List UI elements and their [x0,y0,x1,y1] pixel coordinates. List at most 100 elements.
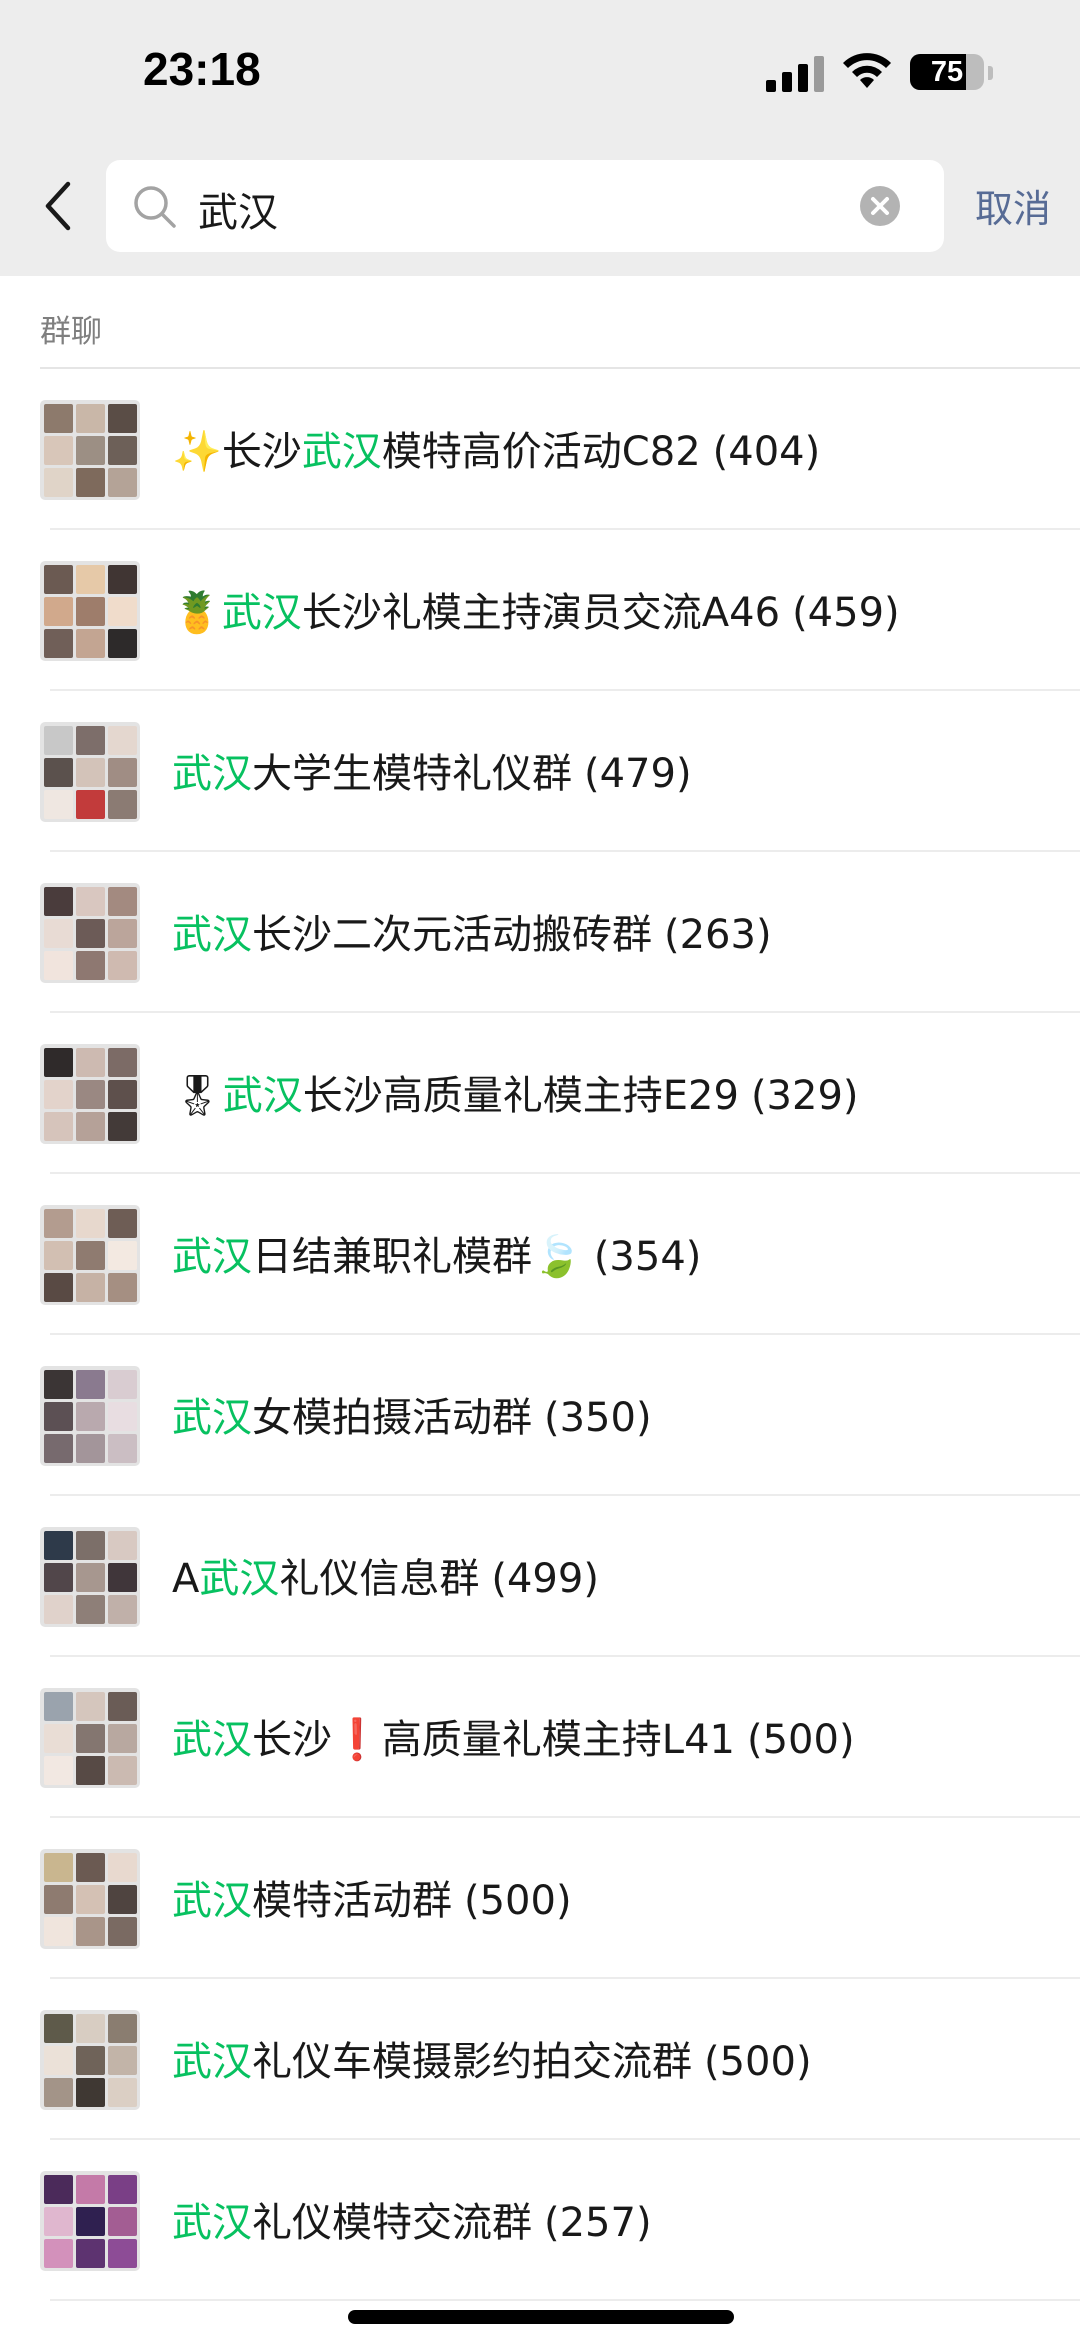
clear-icon[interactable] [860,186,900,226]
avatar-tile [108,790,137,819]
home-indicator[interactable] [348,2310,734,2324]
group-name-match: 武汉 [172,1878,252,1924]
member-count: (500) [747,1717,855,1763]
avatar-tile [108,1853,137,1882]
group-chat-row[interactable]: 武汉长沙二次元活动搬砖群 (263) [0,852,1080,1013]
avatar-tile [108,1273,137,1302]
avatar-tile [108,597,137,626]
avatar-tile [76,1434,105,1463]
group-chat-row[interactable]: A武汉礼仪信息群 (499) [0,1496,1080,1657]
avatar-tile [44,2014,73,2043]
group-name-match: 武汉 [172,912,252,958]
group-name-suffix: 礼仪模特交流群 [252,2200,532,2246]
avatar-tile [108,951,137,980]
avatar-tile [108,919,137,948]
avatar-tile [108,1563,137,1592]
avatar-tile [76,629,105,658]
group-name: 武汉模特活动群 (500) [172,1868,572,1926]
avatar-tile [44,1080,73,1109]
group-name-match: 武汉 [222,1073,303,1119]
group-chat-row[interactable]: 🎖武汉长沙高质量礼模主持E29 (329) [0,1013,1080,1174]
avatar-tile [44,1402,73,1431]
member-count: (263) [664,912,772,958]
avatar-tile [44,629,73,658]
group-avatar [40,1527,140,1627]
group-name-suffix: 日结兼职礼模群🍃 [252,1234,582,1280]
member-count: (350) [544,1395,652,1441]
avatar-tile [108,1370,137,1399]
avatar-tile [76,565,105,594]
avatar-tile [108,2046,137,2075]
group-name-suffix: 礼仪车模摄影约拍交流群 [252,2039,692,2085]
status-icons: 75 [760,50,1000,96]
member-count: (479) [584,751,692,797]
group-icon-emoji: ✨ [172,429,222,475]
group-name: A武汉礼仪信息群 (499) [172,1546,599,1604]
avatar-tile [76,1402,105,1431]
battery-cap [988,66,993,80]
group-chat-row[interactable]: 武汉大学生模特礼仪群 (479) [0,691,1080,852]
avatar-tile [76,1724,105,1753]
group-chat-row[interactable]: 武汉长沙❗高质量礼模主持L41 (500) [0,1657,1080,1818]
group-name: 武汉长沙二次元活动搬砖群 (263) [172,902,772,960]
back-arrow-icon[interactable] [38,178,78,234]
avatar-tile [76,887,105,916]
group-chat-row[interactable]: ✨长沙武汉模特高价活动C82 (404) [0,369,1080,530]
avatar-tile [76,2207,105,2236]
avatar-tile [44,1853,73,1882]
avatar-tile [76,436,105,465]
avatar-tile [44,919,73,948]
avatar-tile [108,404,137,433]
avatar-tile [76,758,105,787]
avatar-tile [76,2014,105,2043]
avatar-tile [44,1209,73,1238]
group-name-match: 武汉 [172,1234,252,1280]
group-name: 武汉长沙❗高质量礼模主持L41 (500) [172,1707,855,1765]
avatar-tile [44,726,73,755]
member-count: (459) [792,590,900,636]
avatar-tile [44,2078,73,2107]
group-avatar [40,1849,140,1949]
avatar-tile [44,1692,73,1721]
group-chat-row[interactable]: 武汉女模拍摄活动群 (350) [0,1335,1080,1496]
group-name-match: 武汉 [172,2039,252,2085]
search-icon [134,186,176,228]
avatar-tile [44,1724,73,1753]
avatar-tile [44,2207,73,2236]
member-count: (329) [750,1073,859,1119]
group-name-suffix: 长沙礼模主持演员交流A46 [301,590,781,636]
member-count: (404) [712,429,821,475]
group-avatar [40,1044,140,1144]
avatar-tile [76,2175,105,2204]
avatar-tile [108,1209,137,1238]
avatar-tile [108,1048,137,1077]
avatar-tile [76,1885,105,1914]
group-name-suffix: 大学生模特礼仪群 [252,751,572,797]
group-chat-row[interactable]: 武汉礼仪模特交流群 (257) [0,2140,1080,2301]
group-name: 武汉大学生模特礼仪群 (479) [172,741,692,799]
cancel-button[interactable]: 取消 [975,178,1051,233]
avatar-tile [76,1080,105,1109]
group-name-prefix: A [172,1556,200,1602]
group-name-match: 武汉 [172,751,252,797]
avatar-tile [108,1531,137,1560]
group-chat-row[interactable]: 🍍武汉长沙礼模主持演员交流A46 (459) [0,530,1080,691]
avatar-tile [44,758,73,787]
avatar-tile [76,1112,105,1141]
avatar-tile [108,726,137,755]
group-chat-row[interactable]: 武汉模特活动群 (500) [0,1818,1080,1979]
group-name-suffix: 长沙❗高质量礼模主持L41 [252,1717,735,1763]
avatar-tile [108,2175,137,2204]
group-name-suffix: 模特高价活动C82 [381,429,701,475]
avatar-tile [44,1241,73,1270]
avatar-tile [44,565,73,594]
avatar-tile [44,597,73,626]
group-chat-row[interactable]: 武汉礼仪车模摄影约拍交流群 (500) [0,1979,1080,2140]
group-name: 武汉女模拍摄活动群 (350) [172,1385,652,1443]
search-input[interactable]: 武汉 [106,160,944,252]
group-chat-row[interactable]: 武汉日结兼职礼模群🍃 (354) [0,1174,1080,1335]
avatar-tile [108,436,137,465]
avatar-tile [76,1917,105,1946]
section-header-group-chats: 群聊 [40,314,102,350]
avatar-tile [44,1563,73,1592]
